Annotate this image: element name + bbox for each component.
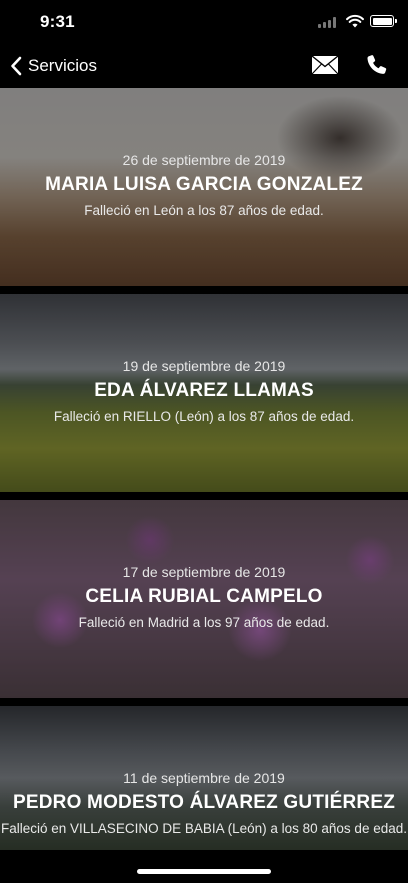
battery-icon: [370, 15, 397, 27]
obituary-info: Falleció en VILLASECINO DE BABIA (León) …: [1, 821, 407, 836]
phone-icon[interactable]: [365, 53, 389, 77]
cellular-signal-icon: [318, 17, 338, 28]
obituary-date: 11 de septiembre de 2019: [123, 770, 285, 786]
obituary-date: 26 de septiembre de 2019: [122, 152, 286, 168]
back-button[interactable]: Servicios: [10, 52, 97, 80]
home-indicator[interactable]: [137, 869, 271, 874]
obituary-name: EDA ÁLVAREZ LLAMAS: [94, 380, 314, 401]
navigation-bar: Servicios: [0, 44, 408, 88]
obituary-date: 17 de septiembre de 2019: [122, 564, 286, 580]
chevron-left-icon: [11, 56, 22, 76]
obituary-card[interactable]: 11 de septiembre de 2019 PEDRO MODESTO Á…: [0, 706, 408, 850]
obituary-card[interactable]: 19 de septiembre de 2019 EDA ÁLVAREZ LLA…: [0, 294, 408, 492]
wifi-icon: [346, 14, 364, 28]
obituary-date: 19 de septiembre de 2019: [122, 358, 286, 374]
obituary-info: Falleció en Madrid a los 97 años de edad…: [78, 615, 330, 630]
obituary-name: PEDRO MODESTO ÁLVAREZ GUTIÉRREZ: [13, 792, 395, 813]
status-time: 9:31: [40, 12, 75, 31]
back-label: Servicios: [28, 56, 97, 75]
obituary-name: CELIA RUBIAL CAMPELO: [85, 586, 323, 607]
mail-icon[interactable]: [311, 54, 339, 76]
obituary-name: MARIA LUISA GARCIA GONZALEZ: [45, 174, 363, 195]
obituary-info: Falleció en RIELLO (León) a los 87 años …: [53, 409, 355, 424]
status-bar: 9:31: [0, 0, 408, 44]
obituary-card[interactable]: 26 de septiembre de 2019 MARIA LUISA GAR…: [0, 88, 408, 286]
obituary-card[interactable]: 17 de septiembre de 2019 CELIA RUBIAL CA…: [0, 500, 408, 698]
obituary-info: Falleció en León a los 87 años de edad.: [84, 203, 324, 218]
